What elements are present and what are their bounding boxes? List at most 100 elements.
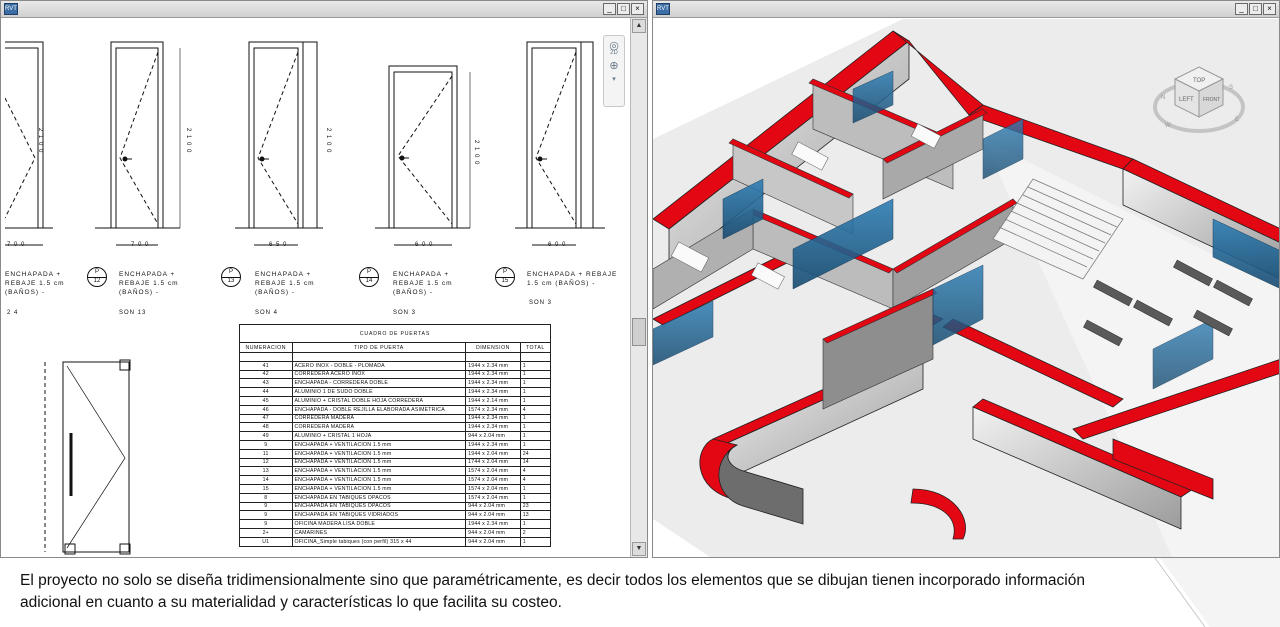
cell-dimension: 1944 x 2.34 mm	[465, 378, 521, 389]
cell-numeracion: 9	[239, 519, 293, 529]
cell-total: 1	[519, 369, 552, 380]
cell-dimension: 944 x 2.04 mm	[465, 431, 521, 441]
schedule-row: 14 ENCHAPADA + VENTILACION 1.5 mm 1574 x 2…	[239, 475, 552, 485]
cell-tipo: ENCHAPADA + VENTILACION 1.5 mm	[291, 483, 467, 494]
cell-dimension: 1944 x 2.34 mm	[465, 519, 521, 529]
door-4-code: SON 3	[393, 310, 417, 316]
door-4-width-dim: 6 0 0	[415, 242, 434, 248]
door-tag-15[interactable]: P 15	[495, 267, 515, 287]
viewcube-top[interactable]: TOP	[1193, 78, 1205, 84]
left-vertical-scrollbar[interactable]: ▲ ▼	[630, 18, 647, 557]
cell-numeracion: 42	[239, 369, 293, 380]
schedule-row: 11 ENCHAPADA + VENTILACION 1.5 mm 1944 x 2…	[239, 448, 552, 459]
cell-numeracion: 12	[239, 457, 293, 468]
cell-total: 14	[519, 457, 552, 468]
door-tag-12[interactable]: P 12	[87, 267, 107, 287]
cell-tipo: ENCHAPADA + VENTILACION 1.5 mm	[291, 475, 467, 485]
door-elevation-3	[235, 41, 323, 246]
door-2-code: SON 13	[119, 310, 147, 316]
cell-numeracion: 13	[239, 466, 293, 477]
schedule-row: 47 CORREDERA MADERA 1944 x 2.34 mm 1	[239, 413, 552, 424]
door-3-code: SON 4	[255, 310, 279, 316]
chevron-down-icon[interactable]: ▾	[604, 75, 624, 83]
zoom-icon[interactable]: ⊕	[604, 59, 624, 72]
door-tag-14[interactable]: P 14	[359, 267, 379, 287]
cell-total: 2	[519, 527, 552, 538]
schedule-header-row: NUMERACION TIPO DE PUERTA DIMENSION TOTA…	[239, 342, 552, 353]
door-elevation-5	[515, 41, 605, 246]
maximize-button[interactable]: □	[617, 3, 630, 15]
col-header-tipo: TIPO DE PUERTA	[291, 342, 467, 353]
scroll-thumb[interactable]	[632, 318, 646, 346]
viewcube[interactable]: TOP LEFT FRONT N E S W	[1149, 59, 1249, 139]
cell-tipo: ENCHAPADA EN TABIQUES OPACOS	[291, 492, 467, 503]
revit-app-icon[interactable]: RVT	[4, 3, 18, 15]
revit-app-icon[interactable]: RVT	[656, 3, 670, 15]
door-2-width-dim: 7 0 0	[131, 242, 150, 248]
cell-dimension: 1944 x 2.34 mm	[465, 422, 521, 433]
cell-tipo: CORREDERA MADERA	[291, 413, 467, 424]
navigation-bar[interactable]: ◎ 2D ⊕ ▾	[603, 35, 625, 107]
door-1-code: 2 4	[7, 310, 19, 316]
schedule-row: 2+ CAMARINES 944 x 2.04 mm 2	[239, 527, 552, 538]
minimize-button[interactable]: _	[1235, 3, 1248, 15]
cell-dimension: 1944 x 2.34 mm	[465, 360, 521, 371]
cell-dimension: 1944 x 2.34 mm	[465, 387, 521, 397]
compass-w[interactable]: W	[1165, 123, 1171, 129]
schedule-row: 13 ENCHAPADA + VENTILACION 1.5 mm 1574 x 2…	[239, 466, 552, 477]
schedule-row: 41 ACERO INOX - DOBLE - PLOMADA 1944 x 2.3…	[239, 360, 552, 371]
cell-dimension: 1574 x 2.04 mm	[465, 475, 521, 485]
scroll-up-button[interactable]: ▲	[632, 19, 646, 33]
door-1-height-dim: 2 1 0 0	[37, 128, 43, 154]
door-1-label: ENCHAPADA + REBAJE 1.5 cm (BAÑOS) -	[5, 271, 65, 296]
cell-tipo: ALUMINIO + CRISTAL DOBLE HOJA CORREDERA	[291, 395, 467, 406]
cell-total: 23	[519, 501, 552, 512]
glass-door-elevation	[44, 359, 131, 555]
schedule-row: 8 ENCHAPADA EN TABIQUES OPACOS 1574 x 2.04…	[239, 492, 552, 503]
viewcube-left[interactable]: LEFT	[1179, 97, 1194, 103]
cell-dimension: 1574 x 2.04 mm	[465, 492, 521, 503]
cell-total: 1	[519, 483, 552, 494]
cell-total: 1	[519, 431, 552, 441]
cell-tipo: ACERO INOX - DOBLE - PLOMADA	[291, 360, 467, 371]
viewcube-front[interactable]: FRONT	[1203, 97, 1220, 103]
cell-tipo: ENCHAPADA + VENTILACION 1.5 mm	[291, 457, 467, 468]
schedule-row: 42 CORREDERA ACERO INOX 1944 x 2.34 mm 1	[239, 369, 552, 380]
cell-total: 1	[519, 395, 552, 406]
cell-numeracion: 47	[239, 413, 293, 424]
door-2-label: ENCHAPADA + REBAJE 1.5 cm (BAÑOS) -	[119, 271, 179, 296]
cell-dimension: 1574 x 2.04 mm	[465, 466, 521, 477]
maximize-button[interactable]: □	[1249, 3, 1262, 15]
compass-s[interactable]: S	[1229, 85, 1233, 91]
scroll-down-button[interactable]: ▼	[632, 542, 646, 556]
cell-dimension: 944 x 2.04 mm	[465, 501, 521, 512]
cell-tipo: ENCHAPADA + VENTILACION 1.5 mm	[291, 448, 467, 459]
cell-numeracion: 9	[239, 501, 293, 512]
schedule-row: 48 CORREDERA MADERA 1944 x 2.34 mm 1	[239, 422, 552, 433]
close-button[interactable]: ×	[1263, 3, 1276, 15]
door-tag-13[interactable]: P 13	[221, 267, 241, 287]
cell-numeracion: U1	[239, 536, 293, 547]
cell-total: 4	[519, 404, 552, 415]
compass-e[interactable]: E	[1235, 117, 1239, 123]
cell-total: 1	[519, 439, 552, 450]
cell-total: 1	[519, 536, 552, 547]
cell-tipo: ENCHAPADA EN TABIQUES VIDRIADOS	[291, 510, 467, 521]
caption-text: El proyecto no solo se diseña tridimensi…	[20, 572, 1085, 611]
cell-numeracion: 15	[239, 483, 293, 494]
door-4-label: ENCHAPADA + REBAJE 1.5 cm (BAÑOS) -	[393, 271, 453, 296]
schedule-row: 46 ENCHAPADA - DOBLE REJILLA ELABORADA AS…	[239, 404, 552, 415]
compass-n[interactable]: N	[1161, 95, 1165, 101]
cell-numeracion: 14	[239, 475, 293, 485]
left-window-titlebar: RVT _ □ ×	[1, 1, 647, 18]
cell-total: 1	[519, 422, 552, 433]
3d-model-window: RVT _ □ × TOP LEFT FRONT N E S W	[652, 0, 1280, 558]
cell-total: 4	[519, 466, 552, 477]
col-header-numeracion: NUMERACION	[239, 342, 293, 353]
cell-numeracion: 9	[239, 439, 293, 450]
cell-tipo: ALUMINIO 1 DE SUDO DOBLE	[291, 387, 467, 397]
schedule-row: 43 ENCHAPADA - CORREDERA DOBLE 1944 x 2.34…	[239, 378, 552, 389]
close-button[interactable]: ×	[631, 3, 644, 15]
cell-total: 24	[519, 448, 552, 459]
minimize-button[interactable]: _	[603, 3, 616, 15]
